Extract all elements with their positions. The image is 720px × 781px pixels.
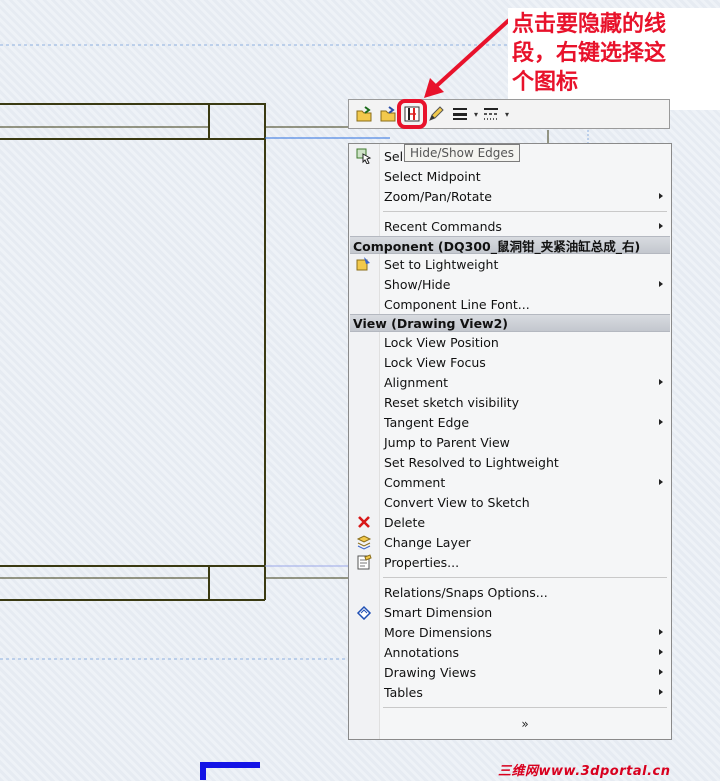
submenu-arrow-icon: [659, 223, 663, 229]
smart-dimension-icon: [356, 605, 372, 620]
menu-item-lock-view-focus[interactable]: Lock View Focus: [349, 352, 671, 372]
lightweight-icon: [356, 257, 370, 271]
submenu-arrow-icon: [659, 629, 663, 635]
select-cursor-icon: [356, 148, 372, 164]
menu-separator: [349, 206, 671, 216]
open-folder-icon[interactable]: [353, 103, 375, 125]
menu-item-tables[interactable]: Tables: [349, 682, 671, 702]
line-thickness-icon[interactable]: [449, 103, 471, 125]
submenu-arrow-icon: [659, 669, 663, 675]
submenu-arrow-icon: [659, 479, 663, 485]
menu-separator: [349, 702, 671, 712]
chevron-down-icon[interactable]: ▾: [474, 110, 478, 119]
annotation-line-1: 点击要隐藏的线: [512, 12, 667, 37]
line-style-icon[interactable]: [480, 103, 502, 125]
layer-icon: [356, 535, 372, 550]
menu-item-set-to-lightweight[interactable]: Set to Lightweight: [349, 254, 671, 274]
menu-item-convert-view-to-sketch[interactable]: Convert View to Sketch: [349, 492, 671, 512]
menu-item-select-midpoint[interactable]: Select Midpoint: [349, 166, 671, 186]
menu-expand-chevron-icon[interactable]: »: [349, 712, 671, 736]
menu-item-smart-dimension[interactable]: Smart Dimension: [349, 602, 671, 622]
context-menu: Sel Select Midpoint Zoom/Pan/Rotate Rece…: [348, 143, 672, 740]
menu-item-zoom-pan-rotate[interactable]: Zoom/Pan/Rotate: [349, 186, 671, 206]
submenu-arrow-icon: [659, 193, 663, 199]
watermark-text: 三维网www.3dportal.cn: [498, 764, 671, 779]
menu-item-jump-to-parent-view[interactable]: Jump to Parent View: [349, 432, 671, 452]
menu-item-show-hide[interactable]: Show/Hide: [349, 274, 671, 294]
menu-item-relations-snaps-options[interactable]: Relations/Snaps Options...: [349, 582, 671, 602]
context-toolbar: ▾ ▾: [348, 99, 670, 129]
pencil-icon[interactable]: [425, 103, 447, 125]
annotation-line-3: 个图标: [512, 70, 579, 95]
menu-separator: [349, 572, 671, 582]
submenu-arrow-icon: [659, 689, 663, 695]
menu-item-lock-view-position[interactable]: Lock View Position: [349, 332, 671, 352]
menu-item-component-line-font[interactable]: Component Line Font...: [349, 294, 671, 314]
menu-item-set-resolved-to-lightweight[interactable]: Set Resolved to Lightweight: [349, 452, 671, 472]
menu-item-reset-sketch-visibility[interactable]: Reset sketch visibility: [349, 392, 671, 412]
properties-icon: [357, 554, 372, 570]
submenu-arrow-icon: [659, 649, 663, 655]
open-folder-2-icon[interactable]: [377, 103, 399, 125]
menu-item-tangent-edge[interactable]: Tangent Edge: [349, 412, 671, 432]
menu-header-view: View (Drawing View2): [350, 314, 670, 332]
tooltip-hide-show-edges: Hide/Show Edges: [404, 144, 521, 162]
annotation-callout: 点击要隐藏的线 段，右键选择这 个图标: [508, 8, 720, 110]
menu-item-comment[interactable]: Comment: [349, 472, 671, 492]
menu-item-properties[interactable]: Properties...: [349, 552, 671, 572]
submenu-arrow-icon: [659, 281, 663, 287]
menu-header-component: Component (DQ300_鼠洞钳_夹紧油缸总成_右): [350, 236, 670, 254]
hide-show-edges-icon[interactable]: [397, 99, 427, 129]
chevron-down-icon[interactable]: ▾: [505, 110, 509, 119]
menu-item-recent-commands[interactable]: Recent Commands: [349, 216, 671, 236]
menu-item-delete[interactable]: Delete: [349, 512, 671, 532]
menu-item-more-dimensions[interactable]: More Dimensions: [349, 622, 671, 642]
menu-item-annotations[interactable]: Annotations: [349, 642, 671, 662]
menu-item-change-layer[interactable]: Change Layer: [349, 532, 671, 552]
submenu-arrow-icon: [659, 419, 663, 425]
annotation-line-2: 段，右键选择这: [512, 41, 667, 66]
menu-item-alignment[interactable]: Alignment: [349, 372, 671, 392]
submenu-arrow-icon: [659, 379, 663, 385]
delete-x-icon: [358, 516, 370, 528]
menu-item-drawing-views[interactable]: Drawing Views: [349, 662, 671, 682]
